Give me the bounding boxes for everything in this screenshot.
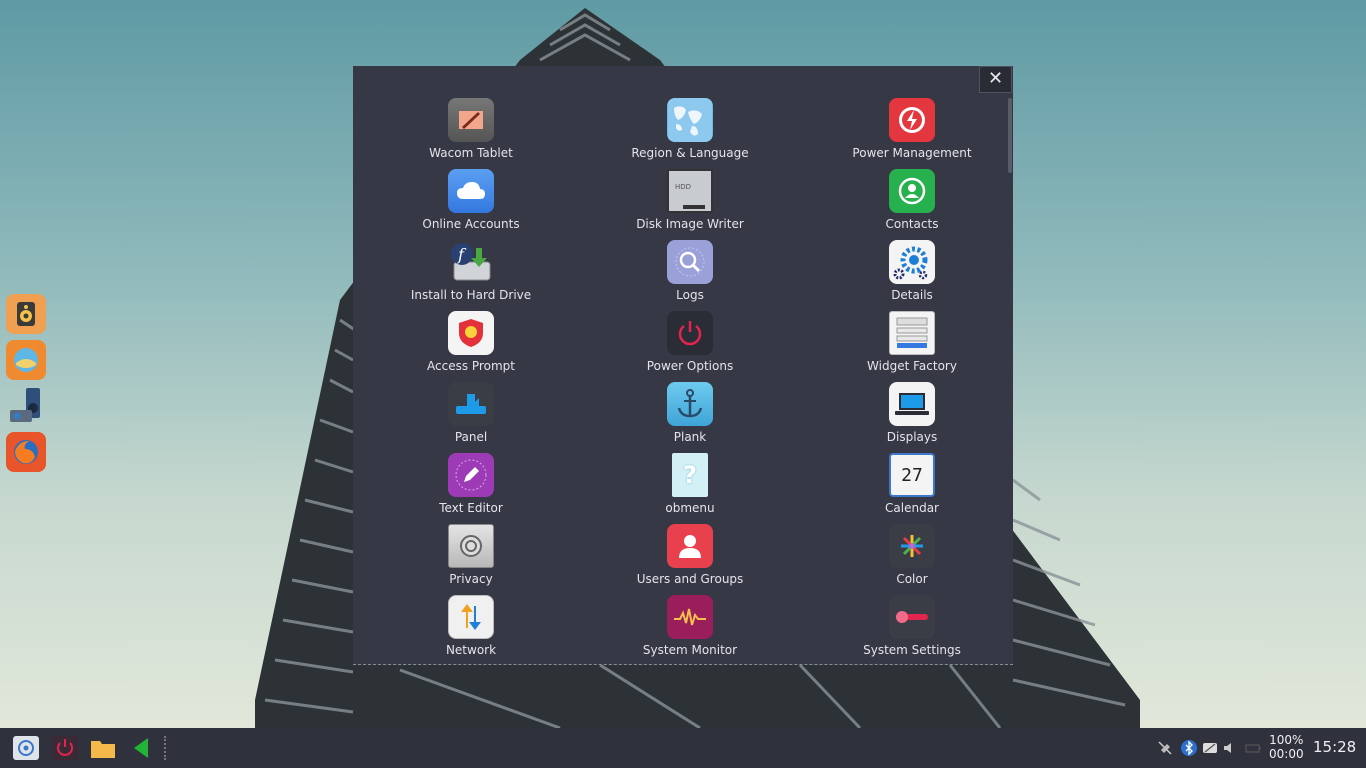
panel-icon: [448, 382, 494, 426]
audio-player-icon[interactable]: [6, 386, 46, 426]
network-tray-icon[interactable]: [1202, 740, 1218, 756]
app-region-language[interactable]: Region & Language: [579, 98, 801, 169]
shield-icon: [448, 311, 494, 355]
app-label: Access Prompt: [427, 359, 515, 373]
laptop-icon: [889, 382, 935, 426]
clock[interactable]: 15:28: [1313, 738, 1356, 756]
app-install-hard-drive[interactable]: f Install to Hard Drive: [363, 240, 579, 311]
app-label: System Settings: [863, 643, 961, 657]
app-label: Color: [896, 572, 928, 586]
app-label: Wacom Tablet: [429, 146, 513, 160]
app-network[interactable]: Network: [363, 595, 579, 666]
folder-icon[interactable]: [90, 736, 116, 760]
app-label: Panel: [454, 430, 488, 444]
battery-percent: 100%: [1269, 733, 1304, 747]
widget-factory-icon: [889, 311, 935, 355]
power-management-icon: [889, 98, 935, 142]
app-label: obmenu: [665, 501, 715, 515]
app-power-options[interactable]: Power Options: [579, 311, 801, 382]
app-disk-image-writer[interactable]: HDD Disk Image Writer: [579, 169, 801, 240]
app-label: Plank: [673, 430, 707, 444]
color-icon: [889, 524, 935, 568]
hdd-label: HDD: [675, 183, 692, 191]
app-label: Disk Image Writer: [636, 217, 744, 231]
app-label: Power Management: [852, 146, 972, 160]
magnifier-icon: [667, 240, 713, 284]
app-label: Install to Hard Drive: [410, 288, 532, 302]
app-details[interactable]: Details: [801, 240, 1023, 311]
safe-icon: [448, 524, 494, 568]
battery-status[interactable]: 100% 00:00: [1269, 733, 1304, 761]
calendar-icon: 27: [889, 453, 935, 497]
mic-muted-icon[interactable]: [1157, 740, 1173, 756]
close-button[interactable]: ✕: [979, 66, 1012, 93]
arrow-app-icon[interactable]: [128, 736, 154, 760]
app-label: Details: [891, 288, 933, 302]
anchor-icon: [667, 382, 713, 426]
network-arrows-icon: [448, 595, 494, 639]
waveform-icon: [667, 595, 713, 639]
app-plank[interactable]: Plank: [579, 382, 801, 453]
app-obmenu[interactable]: ? obmenu: [579, 453, 801, 524]
app-label: Text Editor: [439, 501, 503, 515]
power-icon: [667, 311, 713, 355]
app-label: Power Options: [646, 359, 734, 373]
app-launcher-window: ✕ Wacom Tablet Region & Language Power M…: [353, 66, 1013, 665]
app-label: Contacts: [885, 217, 939, 231]
app-power-management[interactable]: Power Management: [801, 98, 1023, 169]
app-label: Network: [445, 643, 497, 657]
app-access-prompt[interactable]: Access Prompt: [363, 311, 579, 382]
app-wacom-tablet[interactable]: Wacom Tablet: [363, 98, 579, 169]
battery-time: 00:00: [1269, 747, 1304, 761]
app-system-settings[interactable]: System Settings: [801, 595, 1023, 666]
app-displays[interactable]: Displays: [801, 382, 1023, 453]
question-icon: ?: [672, 453, 708, 497]
app-panel[interactable]: Panel: [363, 382, 579, 453]
volume-icon[interactable]: [1222, 740, 1238, 756]
app-label: System Monitor: [642, 643, 738, 657]
browser-app-icon[interactable]: [6, 340, 46, 380]
app-text-editor[interactable]: Text Editor: [363, 453, 579, 524]
app-label: Region & Language: [631, 146, 749, 160]
taskbar: 100% 00:00 15:28: [0, 728, 1366, 768]
app-logs[interactable]: Logs: [579, 240, 801, 311]
app-contacts[interactable]: Contacts: [801, 169, 1023, 240]
app-online-accounts[interactable]: Online Accounts: [363, 169, 579, 240]
app-label: Online Accounts: [422, 217, 520, 231]
app-label: Widget Factory: [867, 359, 957, 373]
wacom-tablet-icon: [448, 98, 494, 142]
app-color[interactable]: Color: [801, 524, 1023, 595]
power-icon[interactable]: [52, 736, 78, 760]
calendar-day: 27: [901, 464, 923, 486]
app-label: Privacy: [449, 572, 493, 586]
menu-launcher-icon[interactable]: [13, 736, 39, 760]
app-label: Users and Groups: [636, 572, 744, 586]
app-system-monitor[interactable]: System Monitor: [579, 595, 801, 666]
install-icon: f: [448, 240, 494, 284]
firefox-icon[interactable]: [6, 432, 46, 472]
app-privacy[interactable]: Privacy: [363, 524, 579, 595]
globe-icon: [667, 98, 713, 142]
user-icon: [667, 524, 713, 568]
app-label: Calendar: [885, 501, 939, 515]
app-label: Logs: [676, 288, 704, 302]
app-users-groups[interactable]: Users and Groups: [579, 524, 801, 595]
contacts-icon: [889, 169, 935, 213]
app-label: Displays: [886, 430, 938, 444]
battery-icon[interactable]: [1245, 740, 1261, 756]
taskbar-separator: [164, 736, 168, 760]
toggle-icon: [889, 595, 935, 639]
hdd-icon: HDD: [667, 169, 713, 213]
app-grid: Wacom Tablet Region & Language Power Man…: [363, 98, 1003, 666]
left-dock: [6, 294, 48, 478]
speaker-app-icon[interactable]: [6, 294, 46, 334]
pen-icon: [448, 453, 494, 497]
bluetooth-icon[interactable]: [1181, 740, 1197, 756]
cloud-icon: [448, 169, 494, 213]
gear-icon: [889, 240, 935, 284]
app-calendar[interactable]: 27 Calendar: [801, 453, 1023, 524]
app-widget-factory[interactable]: Widget Factory: [801, 311, 1023, 382]
